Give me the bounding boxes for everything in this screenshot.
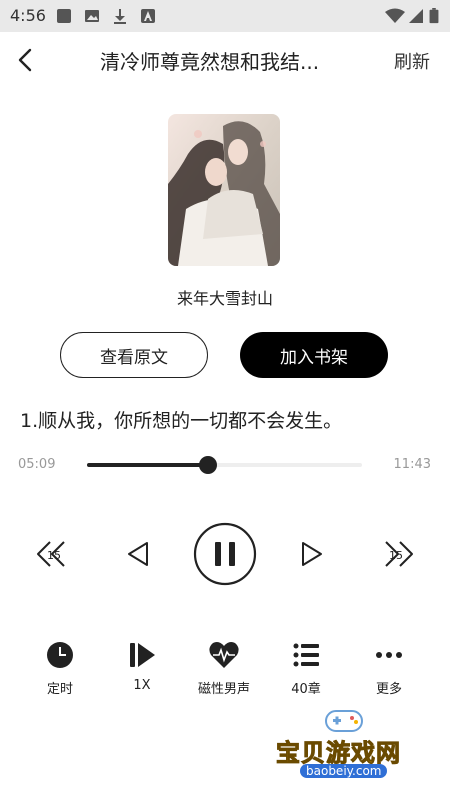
back-arrow-icon[interactable] xyxy=(12,46,40,74)
add-to-shelf-button[interactable]: 加入书架 xyxy=(240,332,388,378)
tab-label-chapters: 40章 xyxy=(291,682,321,697)
tab-label-more: 更多 xyxy=(375,682,402,697)
signal-icon xyxy=(409,9,423,23)
watermark-url: baobeiy.com xyxy=(300,764,388,778)
tab-label-timer: 定时 xyxy=(46,682,73,697)
view-original-button[interactable]: 查看原文 xyxy=(60,332,208,378)
book-cover xyxy=(168,114,280,266)
current-time: 05:09 xyxy=(18,457,56,472)
rewind-seconds-label: 15 xyxy=(47,549,61,562)
voice-heart-icon xyxy=(209,642,239,668)
author-name: 来年大雪封山 xyxy=(176,289,273,308)
refresh-button[interactable]: 刷新 xyxy=(394,48,430,74)
forward-15-button[interactable]: 15 xyxy=(384,538,416,570)
top-bar: 清冷师尊竟然想和我结... 刷新 xyxy=(0,32,450,88)
previous-button[interactable] xyxy=(126,540,150,568)
speed-tab[interactable]: 1X xyxy=(107,640,177,710)
status-time: 4:56 xyxy=(10,6,46,25)
chapters-tab[interactable]: 40章 xyxy=(271,640,341,710)
tab-label-voice: 磁性男声 xyxy=(197,682,250,697)
pause-button[interactable] xyxy=(193,522,257,586)
clock-icon xyxy=(47,642,73,668)
progress-fill xyxy=(87,463,208,467)
watermark-title: 宝贝游戏网 xyxy=(276,739,401,768)
next-button[interactable] xyxy=(300,540,324,568)
notification-square-icon xyxy=(57,9,71,23)
gamepad-icon xyxy=(325,710,363,732)
rewind-15-button[interactable]: 15 xyxy=(34,538,66,570)
wifi-icon xyxy=(385,8,405,23)
image-icon xyxy=(85,10,99,22)
more-icon xyxy=(376,652,402,658)
timer-tab[interactable]: 定时 xyxy=(25,640,95,710)
tab-label-speed: 1X xyxy=(133,678,151,693)
page-title: 清冷师尊竟然想和我结... xyxy=(100,50,320,74)
status-bar: 4:56 xyxy=(0,0,450,32)
chapter-list-icon xyxy=(293,643,319,667)
total-time: 11:43 xyxy=(393,457,431,472)
download-icon xyxy=(114,9,126,24)
voice-tab[interactable]: 磁性男声 xyxy=(189,640,259,710)
text-a-icon xyxy=(141,9,155,23)
chapter-title: 1.顺从我，你所想的一切都不会发生。 xyxy=(20,410,343,432)
battery-icon xyxy=(429,8,439,24)
more-tab[interactable]: 更多 xyxy=(354,640,424,710)
speed-icon xyxy=(130,643,155,667)
forward-seconds-label: 15 xyxy=(389,549,403,562)
watermark-logo: 宝贝游戏网 baobeiy.com xyxy=(272,705,422,795)
progress-slider[interactable] xyxy=(87,456,362,474)
progress-knob[interactable] xyxy=(199,456,217,474)
